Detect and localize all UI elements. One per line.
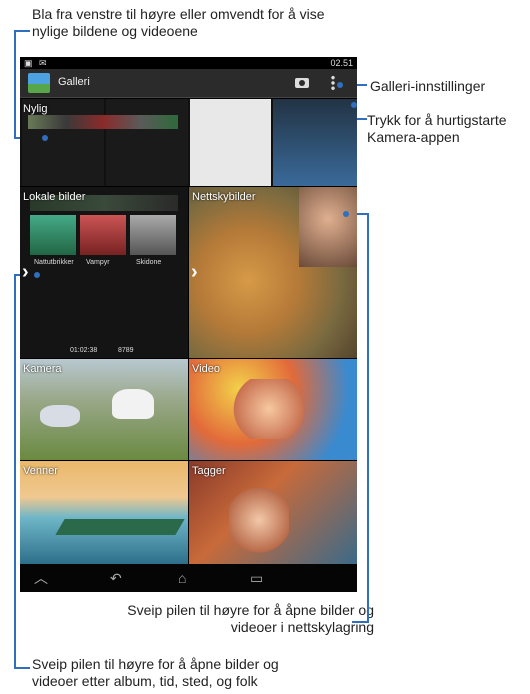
navigation-bar: ︿ ↶ ⌂ ▭ (20, 564, 357, 592)
tile-local-pictures[interactable]: Nattutbrikker Vampyr Skidone 01:02:38 87… (20, 187, 188, 358)
hide-keyboard-icon[interactable]: ︿ (34, 571, 48, 585)
tile-video[interactable]: Video (189, 359, 357, 460)
status-time: 02.51 (330, 58, 353, 68)
local-count: 8789 (118, 347, 134, 354)
camera-icon[interactable] (295, 78, 309, 88)
expand-arrow-cloud[interactable]: › (191, 261, 198, 284)
recent-apps-icon[interactable]: ▭ (250, 571, 263, 585)
tile-label-cloud: Nettskybilder (192, 191, 256, 203)
tile-label-local: Lokale bilder (23, 191, 86, 203)
overflow-menu-icon[interactable] (331, 75, 335, 91)
callout-settings: Galleri-innstillinger (370, 78, 486, 94)
back-icon[interactable]: ↶ (110, 571, 122, 585)
tile-cloud-pictures[interactable]: Nettskybilder › (189, 187, 357, 358)
expand-arrow-local[interactable]: › (22, 261, 29, 284)
callout-camera: Trykk for å hurtigstarte Kamera-appen (367, 112, 507, 145)
gallery-app-icon[interactable] (28, 73, 50, 93)
notification-icons: ▣ ✉ (24, 58, 49, 68)
tablet-screen: ▣ ✉ 02.51 Galleri Nylig Nattutbrikker Va… (20, 57, 357, 592)
tile-camera[interactable]: Kamera (20, 359, 188, 460)
app-title: Galleri (58, 76, 90, 88)
tile-label-camera: Kamera (23, 363, 62, 375)
tile-label-recent: Nylig (23, 103, 48, 115)
local-duration: 01:02:38 (70, 347, 98, 354)
tile-label-video: Video (192, 363, 220, 375)
home-icon[interactable]: ⌂ (178, 571, 186, 585)
tile-label-friends: Venner (23, 465, 58, 477)
callout-cloud: Sveip pilen til høyre for å åpne bilder … (127, 602, 374, 635)
tile-friends[interactable]: Venner (20, 461, 188, 564)
callout-swipe-recent: Bla fra venstre til høyre eller omvendt … (32, 6, 325, 39)
callout-local: Sveip pilen til høyre for å åpne bilder … (32, 656, 279, 689)
tile-label-tags: Tagger (192, 465, 226, 477)
tile-tags[interactable]: Tagger (189, 461, 357, 564)
status-bar: ▣ ✉ 02.51 (20, 57, 357, 69)
app-bar: Galleri (20, 69, 357, 98)
recent-strip[interactable]: Nylig (20, 99, 357, 186)
